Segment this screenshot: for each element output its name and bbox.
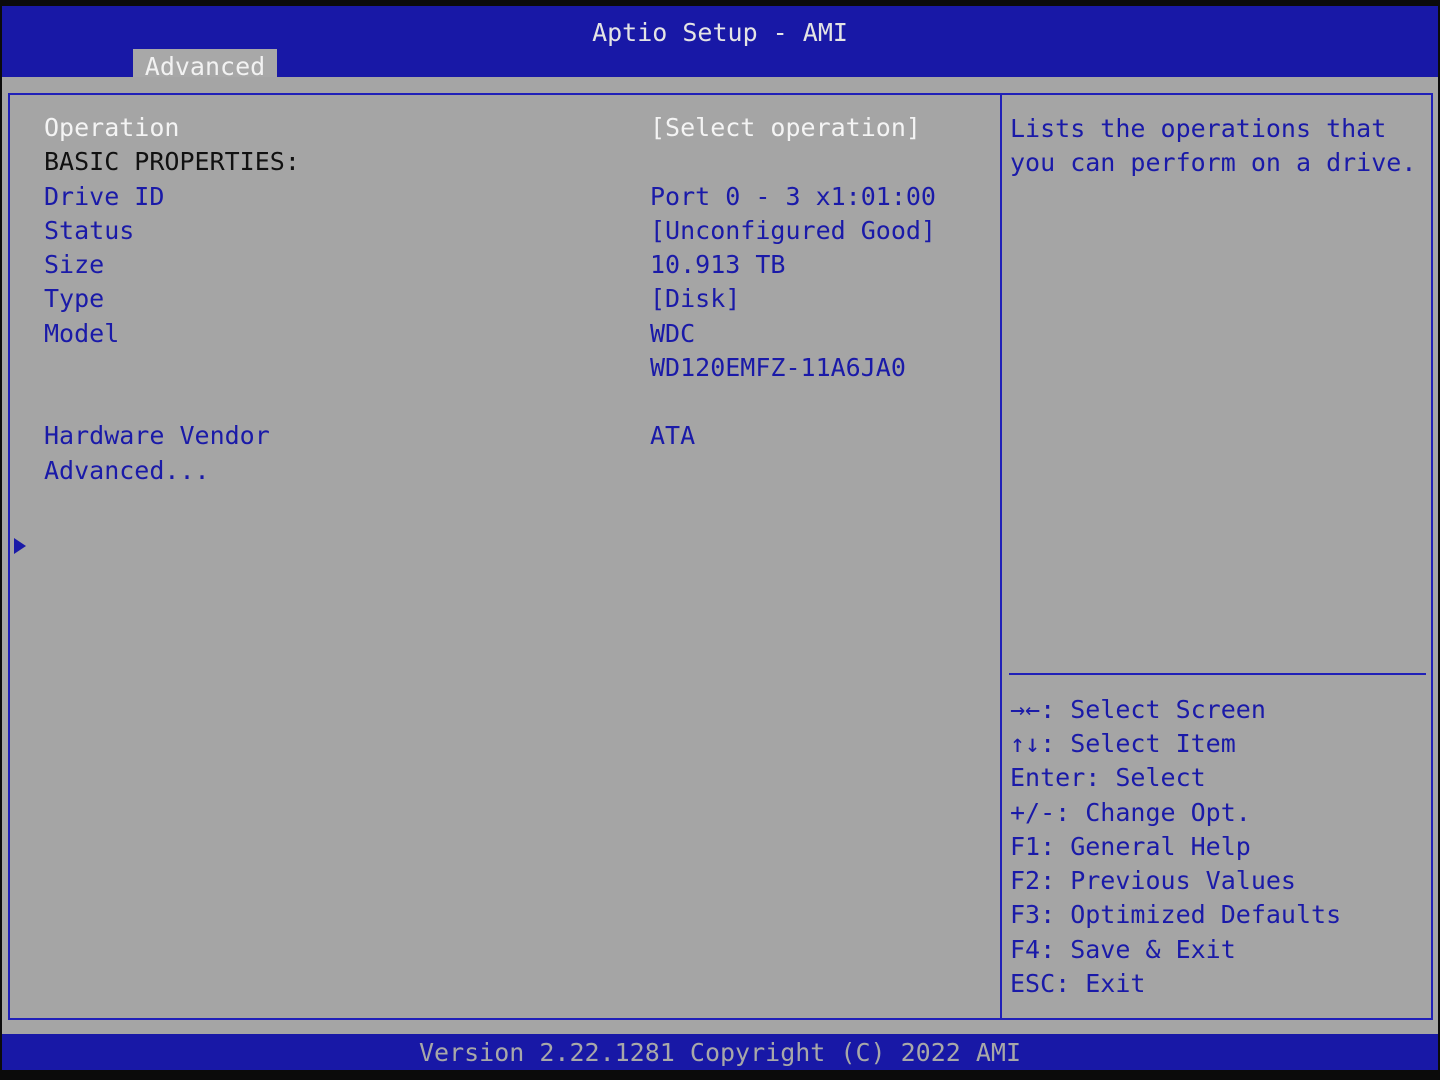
drive-id-label: Drive ID — [44, 182, 165, 211]
app-title: Aptio Setup - AMI — [592, 18, 848, 47]
advanced-submenu-item[interactable]: Advanced... — [44, 455, 210, 487]
operation-label[interactable]: Operation — [44, 112, 179, 144]
key-hint-esc: ESC: Exit — [1010, 969, 1146, 998]
basic-properties-heading: BASIC PROPERTIES: — [44, 147, 300, 176]
hardware-vendor-value: ATA — [650, 421, 696, 450]
drive-id-value: Port 0 - 3 x1:01:00 — [650, 182, 936, 211]
vertical-divider — [1000, 93, 1002, 1020]
size-label: Size — [44, 250, 105, 279]
model-value-line1: WDC — [650, 319, 696, 348]
key-hint-f1: F1: General Help — [1010, 832, 1251, 861]
footer-version: Version 2.22.1281 Copyright (C) 2022 AMI — [2, 1034, 1438, 1070]
key-hint-enter: Enter: Select — [1010, 763, 1206, 792]
submenu-arrow-icon — [14, 538, 26, 554]
title-bar: Aptio Setup - AMI Advanced — [2, 6, 1438, 83]
hardware-vendor-label: Hardware Vendor — [44, 421, 270, 450]
key-hint-f4: F4: Save & Exit — [1010, 935, 1236, 964]
size-value: 10.913 TB — [650, 250, 786, 279]
key-hint-select-screen: →←: Select Screen — [1010, 695, 1266, 724]
help-divider — [1009, 673, 1426, 675]
type-label: Type — [44, 284, 105, 313]
key-hint-f2: F2: Previous Values — [1010, 866, 1296, 895]
key-hint-change-opt: +/-: Change Opt. — [1010, 798, 1251, 827]
key-hint-f3: F3: Optimized Defaults — [1010, 900, 1342, 929]
model-label: Model — [44, 319, 120, 348]
type-value: [Disk] — [650, 284, 741, 313]
main-panel: Operation [Select operation] BASIC PROPE… — [2, 77, 1438, 1034]
model-value-line2: WD120EMFZ-11A6JA0 — [650, 353, 906, 382]
help-text-line1: Lists the operations that — [1010, 114, 1387, 143]
status-value: [Unconfigured Good] — [650, 216, 936, 245]
help-text-line2: you can perform on a drive. — [1010, 148, 1417, 177]
status-label: Status — [44, 216, 135, 245]
key-hint-select-item: ↑↓: Select Item — [1010, 729, 1236, 758]
operation-value[interactable]: [Select operation] — [650, 112, 921, 144]
